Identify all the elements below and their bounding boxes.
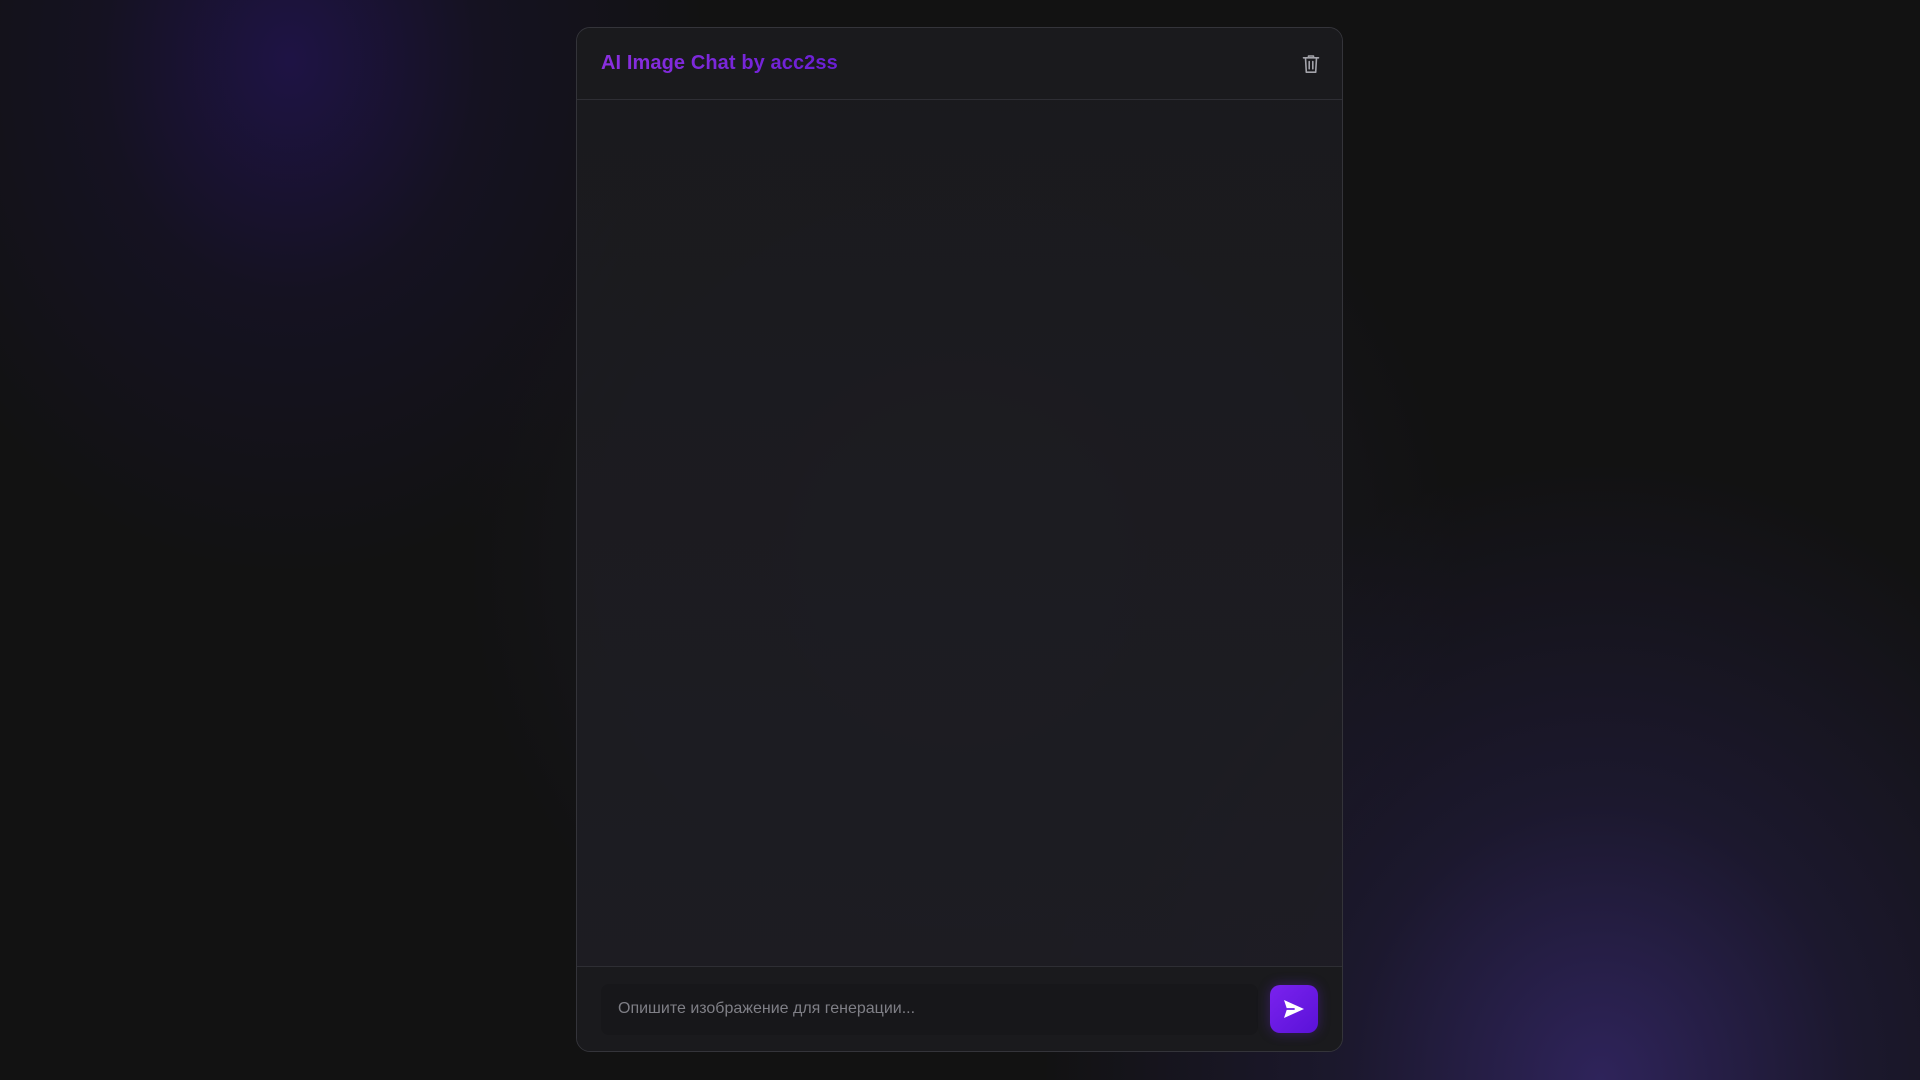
- clear-chat-button[interactable]: [1296, 49, 1326, 79]
- messages-area[interactable]: [577, 100, 1342, 966]
- chat-header: AI Image Chat by acc2ss: [577, 28, 1342, 100]
- chat-window: AI Image Chat by acc2ss: [576, 27, 1343, 1052]
- trash-icon: [1302, 54, 1320, 73]
- send-icon: [1284, 1000, 1304, 1018]
- send-button[interactable]: [1270, 985, 1318, 1033]
- composer: [577, 966, 1342, 1051]
- app-title: AI Image Chat by acc2ss: [601, 52, 838, 74]
- prompt-input[interactable]: [601, 983, 1258, 1035]
